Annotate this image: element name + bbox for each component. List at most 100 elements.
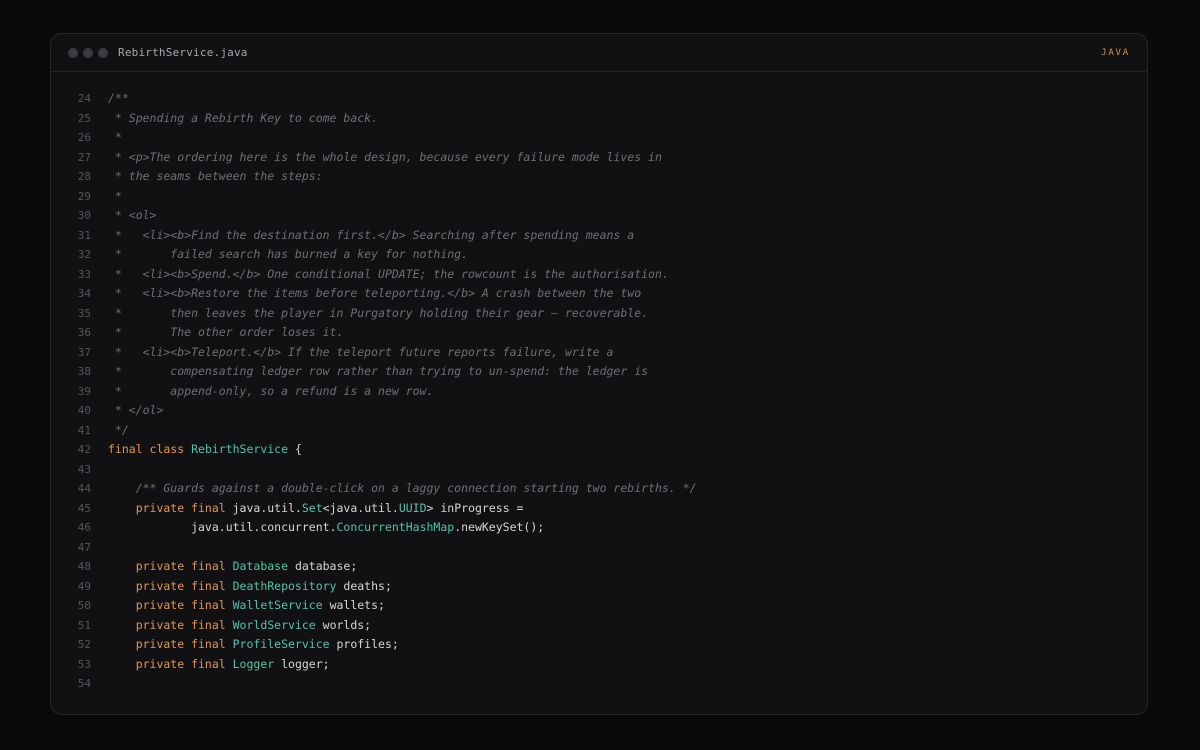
line-number: 25 [77,111,91,125]
code-token: { [288,442,302,456]
code-token: * <li><b>Teleport.</b> If the teleport f… [108,344,614,359]
code-line: 28 * the seams between the steps: [51,167,1147,187]
line-number: 52 [77,638,91,651]
code-token: Set [301,500,323,515]
line-number: 45 [77,501,91,515]
window-dot-icon [98,48,108,58]
code-text: private final java.util.Set<java.util.UU… [108,499,524,519]
code-text: private final WorldService worlds; [108,616,371,636]
code-text: private final DeathRepository deaths; [108,577,392,597]
code-token: wallets; [322,598,385,612]
line-number: 29 [77,189,91,203]
line-number: 34 [77,287,91,300]
code-token: java.util.concurrent. [108,520,337,534]
line-number: 54 [77,677,91,690]
code-line: 52 private final ProfileService profiles… [51,635,1147,655]
code-text: private final WalletService wallets; [108,596,385,616]
code-text: * The other order loses it. [108,323,343,343]
line-number: 38 [77,365,91,378]
line-number: 31 [77,228,91,242]
code-token: * <ol> [108,208,157,222]
code-text: * <ol> [108,206,157,226]
code-text: */ [108,421,129,441]
code-token: deaths; [336,578,392,593]
language-badge: JAVA [1101,48,1130,58]
code-line: 30 * <ol> [51,206,1147,226]
line-number: 43 [77,462,91,476]
code-token: Database [232,559,289,573]
code-text: * <li><b>Restore the items before telepo… [108,284,641,304]
line-number: 48 [77,560,91,573]
code-line: 45 private final java.util.Set<java.util… [51,499,1147,519]
code-token: /** [108,91,129,105]
code-token: * failed search has burned a key for not… [108,247,469,261]
code-window: RebirthService.java JAVA 24 /** 25 * Spend… [50,33,1148,715]
code-line: 35 * then leaves the player in Purgatory… [51,304,1147,324]
code-line: 26 * [51,128,1147,148]
code-line: 27 * <p>The ordering here is the whole d… [51,148,1147,168]
code-token: * append-only, so a refund is a new row. [108,383,434,398]
code-text: java.util.concurrent.ConcurrentHashMap.n… [108,518,544,538]
code-line: 38 * compensating ledger row rather than… [51,362,1147,382]
code-text: * <p>The ordering here is the whole desi… [108,148,662,168]
code-text: * then leaves the player in Purgatory ho… [108,304,648,324]
code-line: 53 private final Logger logger; [51,655,1147,675]
code-line: 51 private final WorldService worlds; [51,616,1147,636]
code-token: private final [108,500,233,515]
code-token: * <li><b>Restore the items before telepo… [108,286,642,300]
line-number: 37 [77,345,91,359]
line-number: 35 [77,306,91,320]
code-token: * [108,130,122,144]
code-line: 29 * [51,187,1147,207]
window-dot-icon [68,48,78,58]
code-line: 34 * <li><b>Restore the items before tel… [51,284,1147,304]
code-token: ConcurrentHashMap [336,520,455,534]
code-token: private final [108,578,233,593]
code-line: 47 [51,538,1147,558]
code-token: RebirthService [191,442,289,456]
line-number: 47 [77,540,91,554]
code-text: /** Guards against a double-click on a l… [108,479,697,499]
code-line: 40 * </ol> [51,401,1147,421]
code-token: private final [108,617,233,632]
code-line: 42 final class RebirthService { [51,440,1147,460]
code-text: * [108,187,122,207]
code-line: 46 java.util.concurrent.ConcurrentHashMa… [51,518,1147,538]
code-token: * <li><b>Spend.</b> One conditional UPDA… [108,266,669,281]
code-line: 24 /** [51,89,1147,109]
line-number: 42 [77,443,91,456]
code-text: final class RebirthService { [108,440,302,460]
code-token: private final [108,656,233,671]
code-line: 43 [51,460,1147,480]
code-text: * </ol> [108,401,163,421]
code-token: logger; [274,656,330,671]
code-line: 33 * <li><b>Spend.</b> One conditional U… [51,265,1147,285]
code-text: * the seams between the steps: [108,167,323,187]
code-text: * append-only, so a refund is a new row. [108,382,434,402]
code-text: * compensating ledger row rather than tr… [108,362,648,382]
code-text: * <li><b>Spend.</b> One conditional UPDA… [108,265,669,285]
code-token: private final [108,598,233,612]
line-number: 44 [77,482,91,495]
line-number: 46 [77,521,91,534]
line-number: 39 [77,384,91,398]
code-token: * <li><b>Find the destination first.</b>… [108,227,635,242]
file-name: RebirthService.java [118,46,248,59]
code-token: database; [288,559,358,573]
code-token: > inProgress = [426,500,524,515]
code-text: private final Logger logger; [108,655,330,675]
code-token: DeathRepository [232,578,337,593]
code-token: * the seams between the steps: [108,169,323,183]
line-number: 51 [77,618,91,632]
line-number: 49 [77,579,91,593]
line-number: 36 [77,326,91,339]
line-number: 33 [77,267,91,281]
code-token: WalletService [232,598,323,612]
code-token: * Spending a Rebirth Key to come back. [108,110,379,125]
code-token: * [108,188,122,203]
code-token: UUID [398,500,427,515]
code-line: 31 * <li><b>Find the destination first.<… [51,226,1147,246]
line-number: 27 [77,150,91,164]
code-line: 41 */ [51,421,1147,441]
code-line: 49 private final DeathRepository deaths; [51,577,1147,597]
